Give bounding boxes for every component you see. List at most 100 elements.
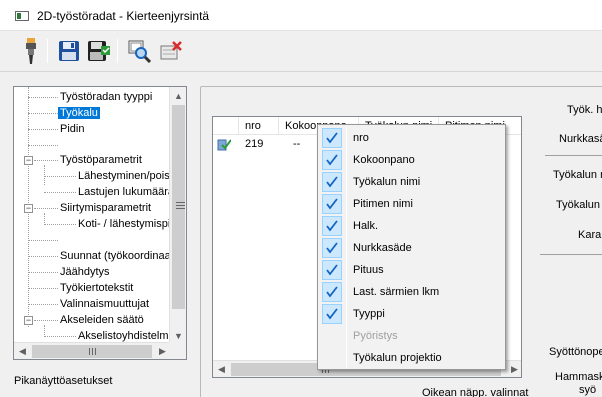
label-feed-rate: Syöttönope — [549, 346, 602, 358]
tree-item-axis-control[interactable]: Akseleiden säätö — [60, 312, 144, 328]
toolbar-separator — [117, 39, 118, 63]
tree-horizontal-scrollbar[interactable]: ◀ ▶ — [14, 342, 171, 359]
menu-item-holder-name[interactable]: Pitimen nimi — [320, 193, 503, 215]
tree-item-home-point[interactable]: Koti- / lähestymispiste — [78, 216, 171, 232]
checkmark-icon — [322, 150, 342, 170]
column-context-menu[interactable]: nro Kokoonpano Työkalun nimi Pitimen nim… — [317, 124, 506, 370]
tree-item-machining-params[interactable]: Työstöparametrit — [60, 152, 142, 168]
checkmark-icon — [322, 304, 342, 324]
window-title: 2D-työstöradat - Kierteenjyrsintä — [37, 9, 210, 23]
tree-connector-line — [28, 272, 58, 273]
tree-connector-line — [28, 145, 58, 146]
tree-connector-line — [28, 288, 58, 289]
label-corner-radius: Nurkkasä — [559, 133, 602, 145]
tree-connector-line — [44, 213, 45, 223]
checkmark-icon — [322, 194, 342, 214]
tree-connector-line — [28, 256, 58, 257]
tree-item-holder[interactable]: Pidin — [60, 121, 84, 137]
tree-vertical-scrollbar[interactable]: ▲ ▼ — [169, 87, 186, 344]
menu-item-rounding: Pyöristys — [353, 330, 398, 342]
drill-tool-icon — [26, 38, 36, 64]
title-bar: 2D-työstöradat - Kierteenjyrsintä — [0, 0, 602, 31]
tree-item-chip-count[interactable]: Lastujen lukumäärä — [78, 184, 171, 200]
scroll-right-arrow-icon[interactable]: ▶ — [506, 361, 521, 377]
app-window-icon — [15, 11, 29, 21]
divider-line — [540, 254, 602, 255]
tree-connector-line — [28, 129, 58, 130]
preview-button[interactable] — [125, 37, 153, 65]
menu-item-cutting-edges[interactable]: Last. särmien lkm — [320, 281, 503, 303]
tree-connector-line — [28, 240, 58, 241]
tree-item-transfer-params[interactable]: Siirtymisparametrit — [60, 200, 151, 216]
column-header-nro[interactable]: nro — [239, 117, 279, 135]
tree-connector-line — [44, 336, 76, 337]
toolbar — [0, 31, 602, 72]
thumb-grip — [176, 205, 185, 206]
tree-connector-line — [28, 304, 58, 305]
scroll-left-arrow-icon[interactable]: ◀ — [213, 361, 230, 377]
settings-tree[interactable]: Työstöradan tyyppi Työkalu Pidin − Työst… — [13, 86, 187, 360]
tool-button[interactable] — [17, 37, 45, 65]
collapse-icon[interactable]: − — [24, 316, 33, 325]
label-tool-h: Työk. h — [567, 104, 602, 116]
scroll-up-arrow-icon[interactable]: ▲ — [170, 87, 186, 104]
menu-item-corner-radius[interactable]: Nurkkasäde — [320, 237, 503, 259]
save-button[interactable] — [55, 37, 83, 65]
tree-connector-line — [34, 208, 58, 209]
label-tool-name: Työkalun n — [553, 169, 602, 181]
checkmark-icon — [322, 216, 342, 236]
menu-item-diameter[interactable]: Halk. — [320, 215, 503, 237]
tree-item-directions[interactable]: Suunnat (työkoordinaatisto) — [60, 248, 171, 264]
menu-item-length[interactable]: Pituus — [320, 259, 503, 281]
menu-item-assembly[interactable]: Kokoonpano — [320, 149, 503, 171]
menu-item-nro[interactable]: nro — [320, 127, 503, 149]
checkmark-icon — [322, 128, 342, 148]
right-click-hint: Oikean näpp. valinnat — [422, 387, 529, 397]
magnifier-icon — [128, 40, 151, 63]
collapse-icon[interactable]: − — [24, 156, 33, 165]
checkmark-icon — [322, 172, 342, 192]
scrollbar-corner — [169, 342, 186, 359]
column-header-icon[interactable] — [213, 117, 239, 135]
divider-line — [545, 155, 602, 156]
tree-item-approach[interactable]: Lähestyminen/poistuminen — [78, 168, 171, 184]
delete-button[interactable] — [157, 37, 185, 65]
toolbar-separator — [47, 39, 48, 63]
scroll-left-arrow-icon[interactable]: ◀ — [14, 343, 31, 359]
scroll-thumb[interactable] — [172, 105, 185, 309]
tree-item-cycle-texts[interactable]: Työkiertotekstit — [60, 280, 133, 296]
tree-connector-line — [44, 192, 76, 193]
label-tool: Työkalun — [556, 199, 601, 211]
label-tooth-feed: Hammask — [555, 371, 602, 383]
tool-status-icon — [217, 137, 232, 154]
label-tooth-feed-line2: syö — [579, 384, 597, 396]
tree-item-tool[interactable]: Työkalu — [58, 105, 100, 121]
checkmark-icon — [322, 282, 342, 302]
cell-nro: 219 — [245, 138, 264, 150]
tree-content: Työstöradan tyyppi Työkalu Pidin − Työst… — [14, 87, 171, 344]
cell-assembly: -- — [293, 138, 301, 150]
collapse-icon[interactable]: − — [24, 204, 33, 213]
menu-item-tool-name[interactable]: Työkalun nimi — [320, 171, 503, 193]
tree-connector-line — [44, 176, 76, 177]
quick-settings-label: Pikanäyttöasetukset — [14, 375, 113, 387]
thumb-grip — [176, 208, 185, 209]
tree-connector-line — [28, 113, 58, 114]
tree-item-optional-vars[interactable]: Valinnaismuuttujat — [60, 296, 149, 312]
tree-connector-line — [28, 97, 58, 98]
menu-item-tool-projection[interactable]: Työkalun projektio — [320, 347, 503, 369]
thumb-grip — [176, 202, 185, 203]
save-as-button[interactable] — [85, 37, 113, 65]
checkmark-icon — [322, 238, 342, 258]
tree-item-toolpath-type[interactable]: Työstöradan tyyppi — [60, 89, 152, 105]
save-green-icon — [88, 41, 110, 61]
scroll-thumb[interactable] — [32, 345, 152, 358]
label-spindle: Kara — [578, 229, 602, 241]
tree-connector-line — [34, 160, 58, 161]
tree-connector-line — [44, 165, 45, 185]
tree-connector-line — [34, 320, 58, 321]
menu-item-type[interactable]: Tyyppi — [320, 303, 503, 325]
tree-connector-line — [44, 224, 76, 225]
floppy-disk-icon — [59, 41, 79, 61]
tree-item-coolant[interactable]: Jäähdytys — [60, 264, 110, 280]
